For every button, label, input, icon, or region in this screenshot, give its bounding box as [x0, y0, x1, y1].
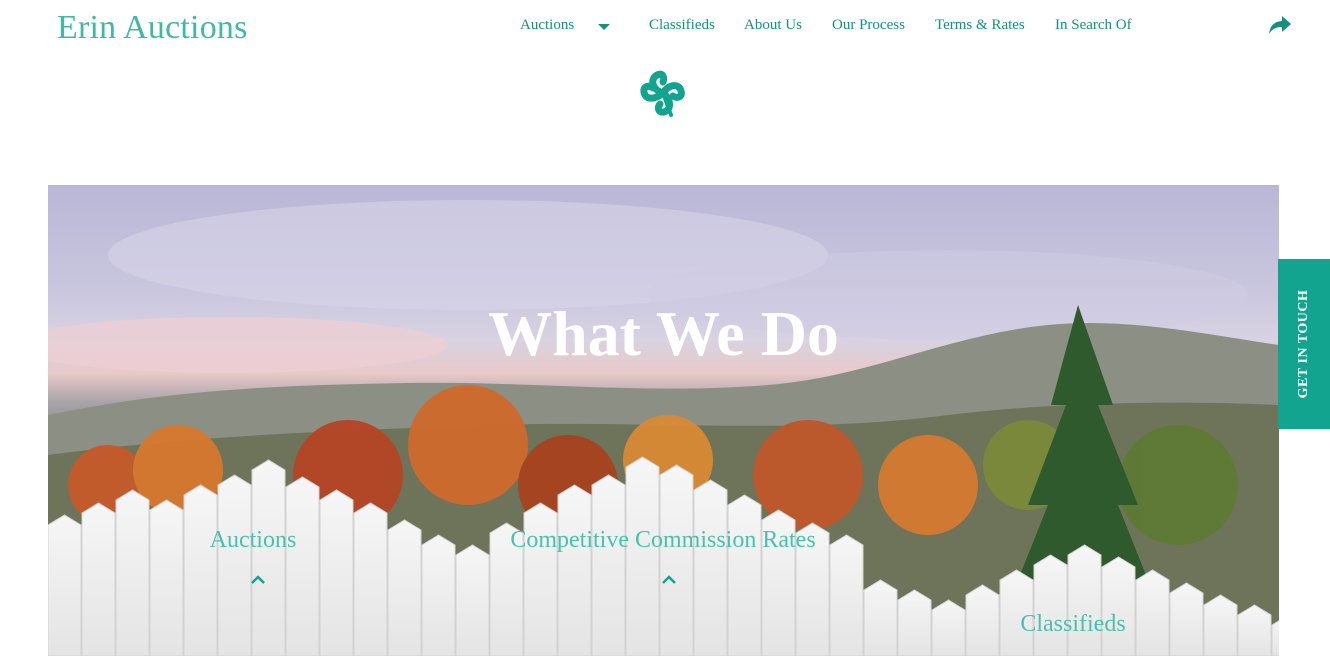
fence-picket: [1067, 544, 1102, 656]
fence-picket: [387, 519, 422, 656]
fence-picket: [149, 499, 184, 656]
fence-picket: [693, 479, 728, 656]
fence-picket: [1237, 604, 1272, 656]
nav-auctions[interactable]: Auctions: [520, 17, 574, 34]
caret-down-icon[interactable]: [598, 24, 610, 30]
fence-picket: [727, 494, 762, 656]
fence-picket: [251, 459, 286, 656]
fence-picket: [1101, 556, 1136, 656]
landscape-photo: [48, 200, 1279, 656]
fence-picket: [557, 484, 592, 656]
nav-our-process[interactable]: Our Process: [832, 17, 905, 34]
hero-title: What We Do: [488, 297, 839, 369]
fence-picket: [863, 579, 898, 656]
fence-picket: [659, 464, 694, 656]
fence-picket: [523, 502, 558, 656]
fence-picket: [319, 489, 354, 656]
fence-picket: [285, 476, 320, 656]
fence-picket: [115, 489, 150, 656]
fence-picket: [1169, 582, 1204, 656]
nav-terms-rates[interactable]: Terms & Rates: [935, 17, 1025, 34]
fence-picket: [625, 456, 660, 656]
fence-picket: [421, 534, 456, 656]
hero-banner: What We Do Auctions Competitive Commissi…: [48, 185, 1279, 656]
fence-picket: [48, 514, 82, 656]
feature-classifieds[interactable]: Classifieds: [1013, 611, 1133, 638]
nav-about-us[interactable]: About Us: [744, 17, 802, 34]
fence-picket: [591, 474, 626, 656]
share-arrow-icon[interactable]: [1268, 14, 1292, 36]
shamrock-icon: [640, 70, 685, 117]
fence-picket: [1203, 594, 1238, 656]
site-logo[interactable]: Erin Auctions: [57, 9, 248, 47]
fence-picket: [455, 544, 490, 656]
chevron-up-icon[interactable]: [250, 575, 266, 585]
fence-picket: [217, 474, 252, 656]
fence-picket: [183, 484, 218, 656]
fence-picket: [1033, 554, 1068, 656]
nav-in-search-of[interactable]: In Search Of: [1055, 17, 1132, 34]
fence-picket: [81, 502, 116, 656]
chevron-up-icon[interactable]: [661, 575, 677, 585]
fence-picket: [829, 534, 864, 656]
nav-classifieds[interactable]: Classifieds: [649, 17, 715, 34]
feature-auctions[interactable]: Auctions: [198, 527, 308, 554]
fence-picket: [931, 599, 966, 656]
feature-commission-rates[interactable]: Competitive Commission Rates: [503, 527, 823, 554]
fence-picket: [897, 589, 932, 656]
fence-picket: [353, 502, 388, 656]
get-in-touch-label: GET IN TOUCH: [1296, 289, 1311, 399]
fence-picket: [1135, 569, 1170, 656]
fence-picket: [965, 584, 1000, 656]
get-in-touch-tab[interactable]: GET IN TOUCH: [1278, 259, 1330, 429]
